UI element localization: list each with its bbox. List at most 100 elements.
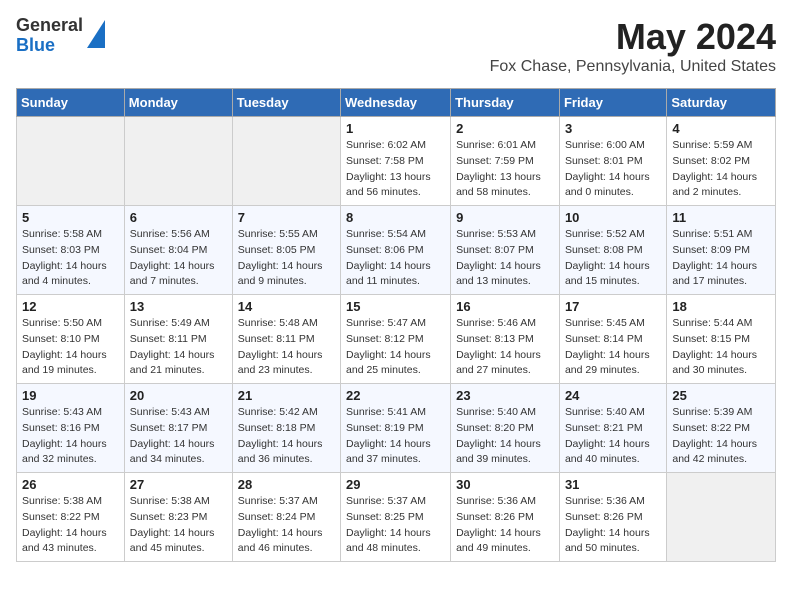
week-row-2: 5 Sunrise: 5:58 AM Sunset: 8:03 PM Daylight… (17, 206, 776, 295)
week-row-4: 19Sunrise: 5:43 AMSunset: 8:16 PMDayligh… (17, 384, 776, 473)
day-info-line: Daylight: 14 hours and 17 minutes. (672, 260, 757, 288)
day-number: 10 (565, 210, 661, 225)
day-number: 25 (672, 388, 770, 403)
day-info-line: Daylight: 14 hours and 36 minutes. (238, 438, 323, 466)
day-info: Sunrise: 5:54 AMSunset: 8:06 PMDaylight:… (346, 227, 445, 290)
day-info-line: Daylight: 14 hours and 49 minutes. (456, 527, 541, 555)
day-number: 3 (565, 121, 661, 136)
calendar-cell: 16Sunrise: 5:46 AMSunset: 8:13 PMDayligh… (451, 295, 560, 384)
day-info: Sunrise: 5:56 AMSunset: 8:04 PMDaylight:… (130, 227, 227, 290)
day-info-line: Daylight: 14 hours and 21 minutes. (130, 349, 215, 377)
day-info-line: Daylight: 14 hours and 15 minutes. (565, 260, 650, 288)
day-info-line: Sunrise: 5:55 AM (238, 228, 318, 240)
day-info-line: Sunset: 8:04 PM (130, 244, 208, 256)
calendar-cell (667, 473, 776, 562)
day-info-line: Sunset: 8:15 PM (672, 333, 750, 345)
day-number: 14 (238, 299, 335, 314)
calendar-cell: 2 Sunrise: 6:01 AMSunset: 7:59 PMDaylight… (451, 117, 560, 206)
day-info-line: Sunrise: 5:38 AM (130, 495, 210, 507)
day-info-line: Sunset: 8:21 PM (565, 422, 643, 434)
day-info-line: Sunset: 8:22 PM (22, 511, 100, 523)
day-number: 26 (22, 477, 119, 492)
day-info-line: Daylight: 14 hours and 43 minutes. (22, 527, 107, 555)
day-info: Sunrise: 6:02 AMSunset: 7:58 PMDaylight:… (346, 138, 445, 201)
calendar-table: SundayMondayTuesdayWednesdayThursdayFrid… (16, 88, 776, 562)
day-info-line: Sunrise: 6:02 AM (346, 139, 426, 151)
logo-triangle-icon (87, 20, 105, 48)
day-info: Sunrise: 5:37 AMSunset: 8:24 PMDaylight:… (238, 494, 335, 557)
calendar-cell: 20Sunrise: 5:43 AMSunset: 8:17 PMDayligh… (124, 384, 232, 473)
day-info-line: Sunrise: 5:39 AM (672, 406, 752, 418)
day-info-line: Daylight: 14 hours and 48 minutes. (346, 527, 431, 555)
day-info-line: Daylight: 14 hours and 45 minutes. (130, 527, 215, 555)
calendar-cell: 23Sunrise: 5:40 AMSunset: 8:20 PMDayligh… (451, 384, 560, 473)
day-info-line: Sunrise: 6:00 AM (565, 139, 645, 151)
day-info-line: Sunset: 8:17 PM (130, 422, 208, 434)
day-info-line: Sunrise: 5:58 AM (22, 228, 102, 240)
day-info: Sunrise: 5:41 AMSunset: 8:19 PMDaylight:… (346, 405, 445, 468)
calendar-cell: 8Sunrise: 5:54 AMSunset: 8:06 PMDaylight… (341, 206, 451, 295)
day-info-line: Sunrise: 5:37 AM (346, 495, 426, 507)
day-number: 5 (22, 210, 119, 225)
day-info: Sunrise: 5:40 AMSunset: 8:21 PMDaylight:… (565, 405, 661, 468)
day-info-line: Daylight: 14 hours and 27 minutes. (456, 349, 541, 377)
day-info-line: Sunset: 8:20 PM (456, 422, 534, 434)
day-info-line: Sunset: 8:12 PM (346, 333, 424, 345)
calendar-cell (124, 117, 232, 206)
day-info: Sunrise: 5:38 AMSunset: 8:23 PMDaylight:… (130, 494, 227, 557)
day-info-line: Sunrise: 5:50 AM (22, 317, 102, 329)
day-info-line: Sunset: 8:16 PM (22, 422, 100, 434)
day-number: 7 (238, 210, 335, 225)
day-info-line: Daylight: 14 hours and 0 minutes. (565, 171, 650, 199)
day-number: 6 (130, 210, 227, 225)
day-info-line: Daylight: 14 hours and 25 minutes. (346, 349, 431, 377)
week-row-5: 26 Sunrise: 5:38 AM Sunset: 8:22 PM Dayligh… (17, 473, 776, 562)
day-info: Sunrise: 5:44 AMSunset: 8:15 PMDaylight:… (672, 316, 770, 379)
day-info-line: Sunset: 8:03 PM (22, 244, 100, 256)
day-info-line: Sunset: 8:05 PM (238, 244, 316, 256)
day-header-monday: Monday (124, 89, 232, 117)
day-info: Sunrise: 6:00 AMSunset: 8:01 PMDaylight:… (565, 138, 661, 201)
calendar-cell: 28Sunrise: 5:37 AMSunset: 8:24 PMDayligh… (232, 473, 340, 562)
day-info-line: Sunrise: 5:42 AM (238, 406, 318, 418)
calendar-cell: 31Sunrise: 5:36 AMSunset: 8:26 PMDayligh… (559, 473, 666, 562)
day-info-line: Daylight: 14 hours and 30 minutes. (672, 349, 757, 377)
day-info-line: Sunset: 8:06 PM (346, 244, 424, 256)
page-header: General Blue May 2024 Fox Chase, Pennsyl… (16, 16, 776, 76)
day-info: Sunrise: 5:40 AMSunset: 8:20 PMDaylight:… (456, 405, 554, 468)
day-info: Sunrise: 5:49 AMSunset: 8:11 PMDaylight:… (130, 316, 227, 379)
day-info-line: Daylight: 14 hours and 50 minutes. (565, 527, 650, 555)
calendar-cell: 18Sunrise: 5:44 AMSunset: 8:15 PMDayligh… (667, 295, 776, 384)
day-number: 24 (565, 388, 661, 403)
day-info-line: Sunset: 8:26 PM (565, 511, 643, 523)
calendar-title: May 2024 (490, 16, 776, 58)
calendar-cell: 24 Sunrise: 5:40 AMSunset: 8:21 PMDayligh… (559, 384, 666, 473)
calendar-cell: 3 Sunrise: 6:00 AMSunset: 8:01 PMDaylight… (559, 117, 666, 206)
day-info-line: Sunrise: 5:40 AM (456, 406, 536, 418)
calendar-cell: 19Sunrise: 5:43 AMSunset: 8:16 PMDayligh… (17, 384, 125, 473)
day-info-line: Sunrise: 5:36 AM (565, 495, 645, 507)
day-info-line: Sunset: 8:10 PM (22, 333, 100, 345)
day-info-line: Daylight: 14 hours and 11 minutes. (346, 260, 431, 288)
calendar-cell: 7 Sunrise: 5:55 AM Sunset: 8:05 PM Daylight… (232, 206, 340, 295)
calendar-cell: 6Sunrise: 5:56 AMSunset: 8:04 PMDaylight… (124, 206, 232, 295)
day-number: 13 (130, 299, 227, 314)
calendar-cell: 15Sunrise: 5:47 AMSunset: 8:12 PMDayligh… (341, 295, 451, 384)
calendar-cell: 4Sunrise: 5:59 AMSunset: 8:02 PMDaylight… (667, 117, 776, 206)
day-info-line: Daylight: 14 hours and 13 minutes. (456, 260, 541, 288)
day-info-line: Sunset: 8:07 PM (456, 244, 534, 256)
day-info-line: Daylight: 14 hours and 9 minutes. (238, 260, 323, 288)
day-info: Sunrise: 6:01 AMSunset: 7:59 PMDaylight:… (456, 138, 554, 201)
day-info-line: Daylight: 14 hours and 34 minutes. (130, 438, 215, 466)
calendar-header: SundayMondayTuesdayWednesdayThursdayFrid… (17, 89, 776, 117)
day-number: 2 (456, 121, 554, 136)
logo-general: General (16, 16, 83, 36)
day-number: 22 (346, 388, 445, 403)
day-info-line: Sunset: 8:24 PM (238, 511, 316, 523)
day-info: Sunrise: 5:51 AMSunset: 8:09 PMDaylight:… (672, 227, 770, 290)
day-info: Sunrise: 5:59 AMSunset: 8:02 PMDaylight:… (672, 138, 770, 201)
calendar-cell: 5Sunrise: 5:58 AMSunset: 8:03 PMDaylight… (17, 206, 125, 295)
day-info-line: Sunset: 8:02 PM (672, 155, 750, 167)
day-info-line: Sunrise: 5:56 AM (130, 228, 210, 240)
day-info-line: Daylight: 14 hours and 42 minutes. (672, 438, 757, 466)
